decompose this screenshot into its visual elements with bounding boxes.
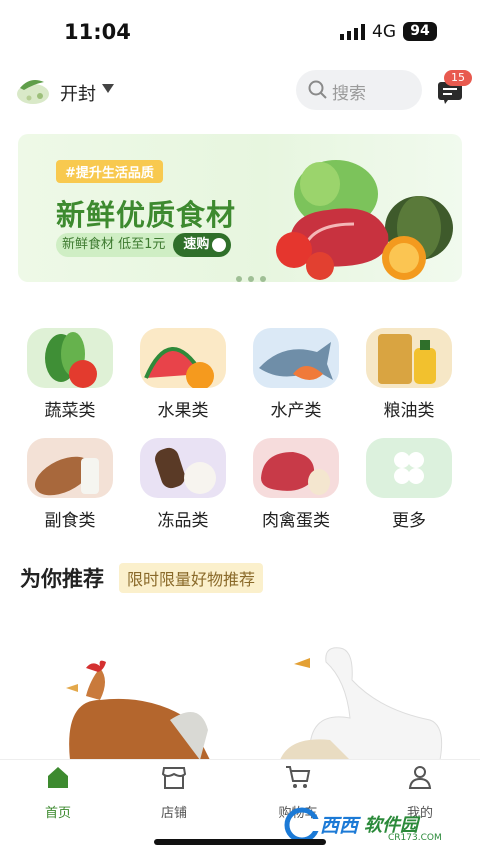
cellular-signal-icon [340,24,365,40]
message-badge: 15 [444,70,472,86]
home-indicator [154,839,326,845]
category-more[interactable]: 更多 [359,438,459,531]
top-header: 开封 搜索 15 [0,66,480,118]
category-label: 水产类 [270,401,322,421]
category-label: 更多 [392,511,426,531]
quick-buy-button[interactable]: 速购 [173,233,232,257]
banner-sub-text: 新鲜食材 低至1元 [62,237,166,252]
category-label: 冻品类 [157,511,209,531]
tab-label: 店铺 [160,806,187,821]
category-label: 副食类 [44,511,96,531]
category-grain-oil[interactable]: 粮油类 [359,328,459,421]
fruit-icon [140,328,226,388]
vegetable-icon [27,328,113,388]
promo-banner[interactable]: #提升生活品质 新鲜优质食材 新鲜食材 低至1元 速购 [18,134,462,282]
banner-subline: 新鲜食材 低至1元 速购 [56,233,232,257]
category-vegetables[interactable]: 蔬菜类 [20,328,120,421]
meat-icon [253,438,339,498]
grain-oil-icon [366,328,452,388]
more-grid-icon [366,438,452,498]
category-label: 蔬菜类 [44,401,96,421]
city-selector[interactable]: 开封 [60,80,96,106]
banner-tag: #提升生活品质 [56,160,163,183]
watermark-logo-icon [284,807,320,843]
message-button[interactable]: 15 [436,70,472,106]
category-label: 肉禽蛋类 [262,511,330,531]
category-seafood[interactable]: 水产类 [246,328,346,421]
banner-pagination-dots [236,276,266,282]
user-icon [408,766,432,789]
shop-icon [161,767,187,789]
search-input[interactable]: 搜索 [296,70,422,110]
status-time: 11:04 [64,20,131,44]
section-tag: 限时限量好物推荐 [119,563,264,593]
bread-icon [27,438,113,498]
seafood-icon [253,328,339,388]
battery-indicator: 94 [403,22,437,41]
category-frozen[interactable]: 冻品类 [133,438,233,531]
recommend-products [0,600,480,760]
watermark-text-3: CR173.COM [388,833,442,843]
tab-shop[interactable]: 店铺 [129,764,219,821]
dropdown-arrow-icon[interactable] [102,84,114,94]
cart-icon [286,766,311,788]
search-icon [308,80,327,99]
site-watermark: 西西 软件园 CR173.COM [284,807,462,843]
quick-buy-label: 速购 [183,237,210,252]
product-chicken-image[interactable] [40,660,220,760]
tab-home[interactable]: 首页 [13,764,103,821]
status-bar: 11:04 4G 94 [0,0,480,62]
section-title: 为你推荐 [20,567,104,591]
banner-food-illustration [276,160,453,280]
arrow-right-icon [212,238,227,252]
frozen-icon [140,438,226,498]
category-label: 水果类 [157,401,209,421]
category-bread[interactable]: 副食类 [20,438,120,531]
product-goose-image[interactable] [270,640,460,760]
search-placeholder: 搜索 [332,84,366,104]
app-logo-icon [17,80,49,104]
category-label: 粮油类 [383,401,435,421]
category-fruits[interactable]: 水果类 [133,328,233,421]
watermark-text-1: 西西 [320,815,359,837]
tab-label: 首页 [44,806,71,821]
banner-headline: 新鲜优质食材 [56,198,237,232]
category-meat[interactable]: 肉禽蛋类 [246,438,346,531]
home-icon [48,767,68,788]
network-type: 4G [372,22,396,42]
